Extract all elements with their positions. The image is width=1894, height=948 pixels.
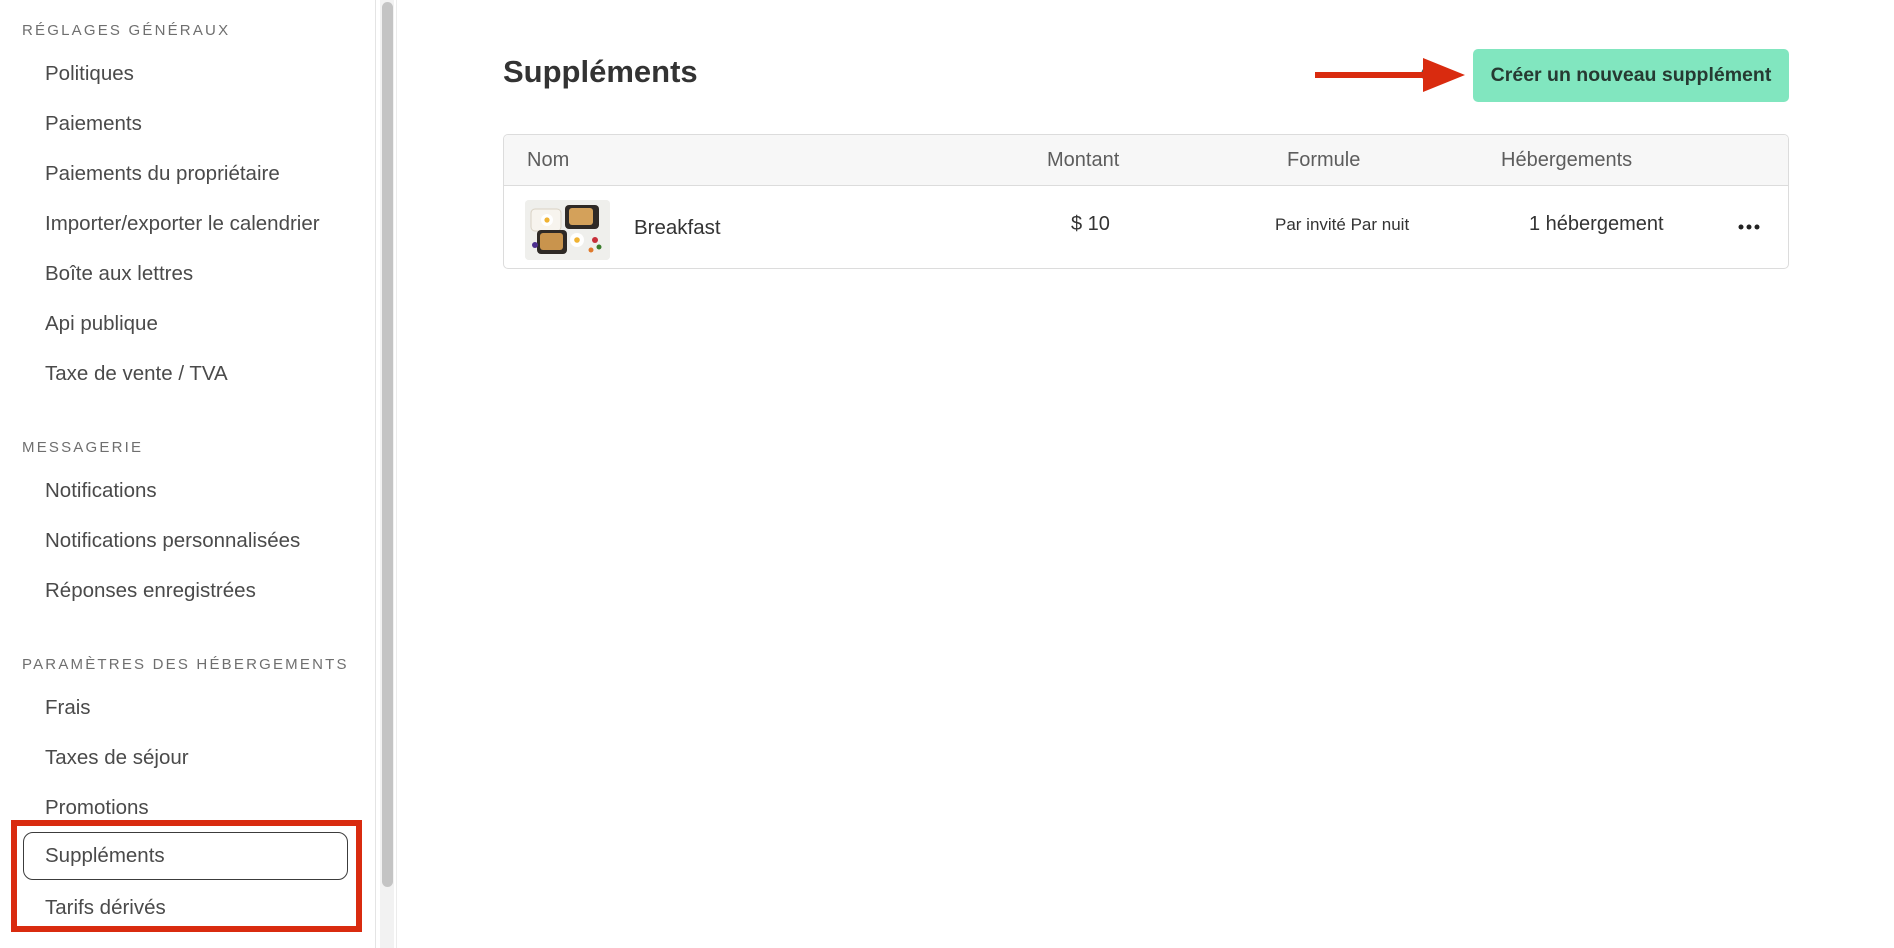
annotation-arrow-icon <box>1315 58 1465 92</box>
column-header-accommodations: Hébergements <box>1501 149 1633 171</box>
more-horizontal-icon[interactable] <box>1732 215 1766 239</box>
settings-sidebar: RÉGLAGES GÉNÉRAUX Politiques Paiements P… <box>0 0 376 948</box>
sidebar-item-derived-rates[interactable]: Tarifs dérivés <box>45 896 166 920</box>
app-window: RÉGLAGES GÉNÉRAUX Politiques Paiements P… <box>0 0 1894 948</box>
content-divider <box>396 0 397 948</box>
sidebar-item-mailbox[interactable]: Boîte aux lettres <box>45 262 193 286</box>
sidebar-item-payments[interactable]: Paiements <box>45 112 142 136</box>
sidebar-item-sales-tax[interactable]: Taxe de vente / TVA <box>45 362 228 386</box>
supplement-formula: Par invité Par nuit <box>1275 215 1410 234</box>
sidebar-scrollbar-thumb[interactable] <box>382 2 393 887</box>
supplement-name[interactable]: Breakfast <box>634 216 721 240</box>
sidebar-item-policies[interactable]: Politiques <box>45 62 134 86</box>
sidebar-item-promotions[interactable]: Promotions <box>45 796 149 820</box>
supplement-accommodations: 1 hébergement <box>1529 213 1664 235</box>
section-heading-messaging: MESSAGERIE <box>22 439 144 456</box>
sidebar-item-owner-payments[interactable]: Paiements du propriétaire <box>45 162 280 186</box>
sidebar-item-fees[interactable]: Frais <box>45 696 91 720</box>
create-supplement-button[interactable]: Créer un nouveau supplément <box>1473 49 1789 102</box>
page-title: Suppléments <box>503 54 698 89</box>
table-row[interactable]: Breakfast $ 10 Par invité Par nuit 1 héb… <box>504 187 1788 268</box>
supplements-table: Nom Montant Formule Hébergements Breakfa… <box>503 134 1789 269</box>
supplement-amount: $ 10 <box>1071 213 1110 235</box>
column-header-amount: Montant <box>1047 149 1120 171</box>
sidebar-item-custom-notifications[interactable]: Notifications personnalisées <box>45 529 300 553</box>
sidebar-item-public-api[interactable]: Api publique <box>45 312 158 336</box>
section-heading-general: RÉGLAGES GÉNÉRAUX <box>22 22 231 39</box>
sidebar-item-tourist-taxes[interactable]: Taxes de séjour <box>45 746 189 770</box>
sidebar-item-supplements[interactable]: Suppléments <box>23 832 348 880</box>
column-header-name: Nom <box>527 149 570 171</box>
breakfast-photo <box>525 200 610 260</box>
column-header-formula: Formule <box>1287 149 1361 171</box>
sidebar-item-notifications[interactable]: Notifications <box>45 479 157 503</box>
section-heading-accommodations: PARAMÈTRES DES HÉBERGEMENTS <box>22 656 349 673</box>
sidebar-item-saved-replies[interactable]: Réponses enregistrées <box>45 579 256 603</box>
sidebar-item-calendar-import-export[interactable]: Importer/exporter le calendrier <box>45 212 320 236</box>
table-header: Nom Montant Formule Hébergements <box>504 135 1788 186</box>
